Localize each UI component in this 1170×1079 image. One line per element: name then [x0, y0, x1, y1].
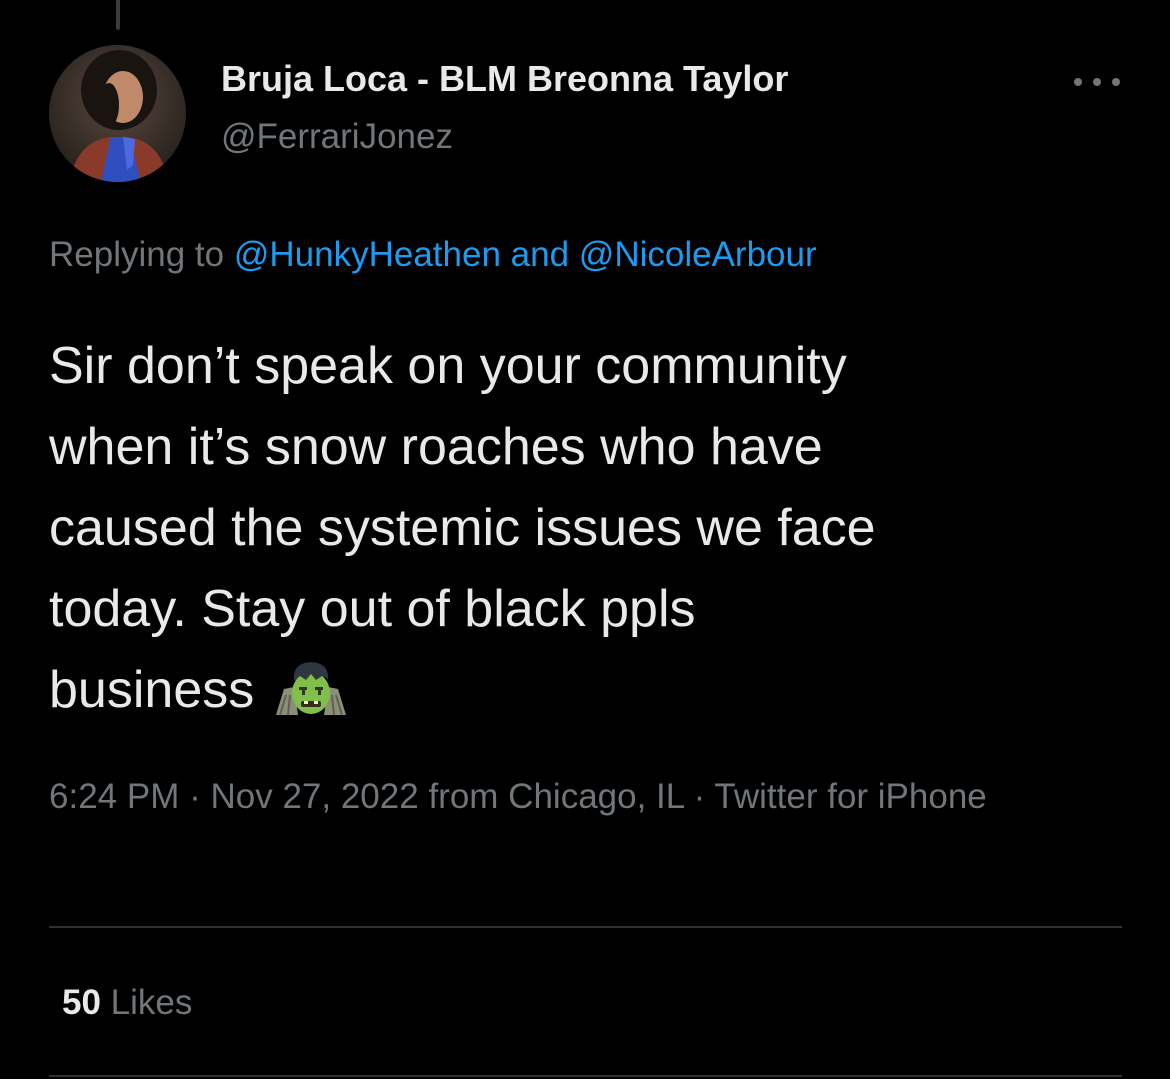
replying-prefix: Replying to: [49, 235, 225, 274]
replying-to-line: Replying to @HunkyHeathen and @NicoleArb…: [49, 235, 817, 275]
likes-count: 50: [62, 983, 101, 1022]
tweet-client[interactable]: Twitter for iPhone: [714, 777, 986, 816]
dot: [1112, 78, 1120, 86]
divider: [49, 926, 1122, 928]
tweet-text-word: business: [49, 661, 255, 719]
meta-separator: ·: [189, 777, 201, 816]
tweet-text-line-last: business: [49, 650, 1129, 743]
ellipsis-icon[interactable]: [1074, 70, 1120, 94]
zombie-emoji-icon: [272, 659, 350, 743]
meta-separator: ·: [693, 777, 706, 816]
dot: [1093, 78, 1101, 86]
likes-count-link[interactable]: 50 Likes: [62, 983, 192, 1023]
dot: [1074, 78, 1082, 86]
divider: [49, 1075, 1122, 1077]
tweet-location[interactable]: Chicago, IL: [508, 777, 684, 816]
tweet-body: Sir don’t speak on your community when i…: [49, 326, 1129, 743]
avatar[interactable]: [49, 45, 186, 182]
mention-link-nicolearbour[interactable]: @NicoleArbour: [579, 235, 817, 274]
tweet-text-line: when it’s snow roaches who have: [49, 418, 823, 476]
meta-from: from: [428, 777, 499, 816]
tweet-date[interactable]: Nov 27, 2022: [210, 777, 418, 816]
author-display-name[interactable]: Bruja Loca - BLM Breonna Taylor: [221, 58, 788, 100]
likes-label: Likes: [110, 983, 193, 1022]
thread-connector-line: [116, 0, 120, 30]
profile-photo-icon: [49, 45, 186, 182]
tweet-text-line: caused the systemic issues we face: [49, 499, 876, 557]
tweet-text-line: today. Stay out of black ppls: [49, 580, 696, 638]
mention-link-hunkyheathen[interactable]: @HunkyHeathen: [234, 235, 501, 274]
tweet-text-line: Sir don’t speak on your community: [49, 337, 847, 395]
replying-conjunction: and: [510, 235, 570, 274]
author-handle[interactable]: @FerrariJonez: [221, 117, 453, 157]
tweet-time[interactable]: 6:24 PM: [49, 777, 179, 816]
tweet-metadata: 6:24 PM · Nov 27, 2022 from Chicago, IL …: [49, 768, 1109, 825]
